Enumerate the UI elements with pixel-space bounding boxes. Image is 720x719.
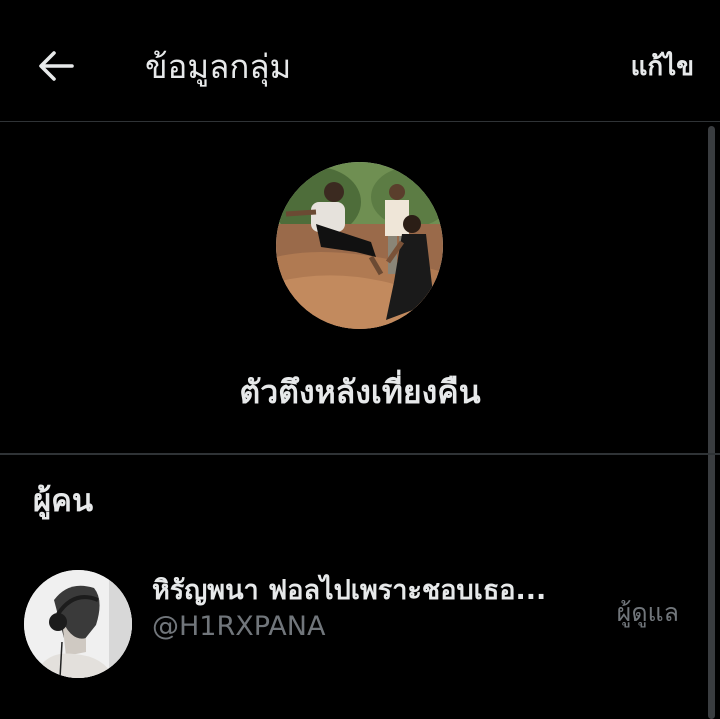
back-button[interactable] xyxy=(36,46,76,86)
member-avatar[interactable] xyxy=(24,570,132,678)
people-section-title: ผู้คน xyxy=(33,483,94,519)
member-handle: @H1RXPANA xyxy=(152,611,326,642)
member-row[interactable]: หิรัญพนา ฟอลไปเพราะชอบเธอ... @H1RXPANA ผ… xyxy=(0,560,705,690)
edit-button[interactable]: แก้ไข xyxy=(631,45,694,89)
section-divider xyxy=(0,453,720,455)
page-title: ข้อมูลกลุ่ม xyxy=(145,47,292,86)
group-name: ตัวตึงหลังเที่ยงคืน xyxy=(239,373,481,411)
group-photo xyxy=(276,162,443,329)
member-display-name: หิรัญพนา ฟอลไปเพราะชอบเธอ... xyxy=(152,575,547,606)
group-avatar[interactable] xyxy=(276,162,443,329)
avatar-photo xyxy=(24,570,132,678)
arrow-left-icon xyxy=(39,51,74,81)
scrollbar[interactable] xyxy=(708,126,715,719)
top-bar: ข้อมูลกลุ่ม แก้ไข xyxy=(0,0,720,122)
member-role-badge: ผู้ดูแล xyxy=(616,598,679,627)
